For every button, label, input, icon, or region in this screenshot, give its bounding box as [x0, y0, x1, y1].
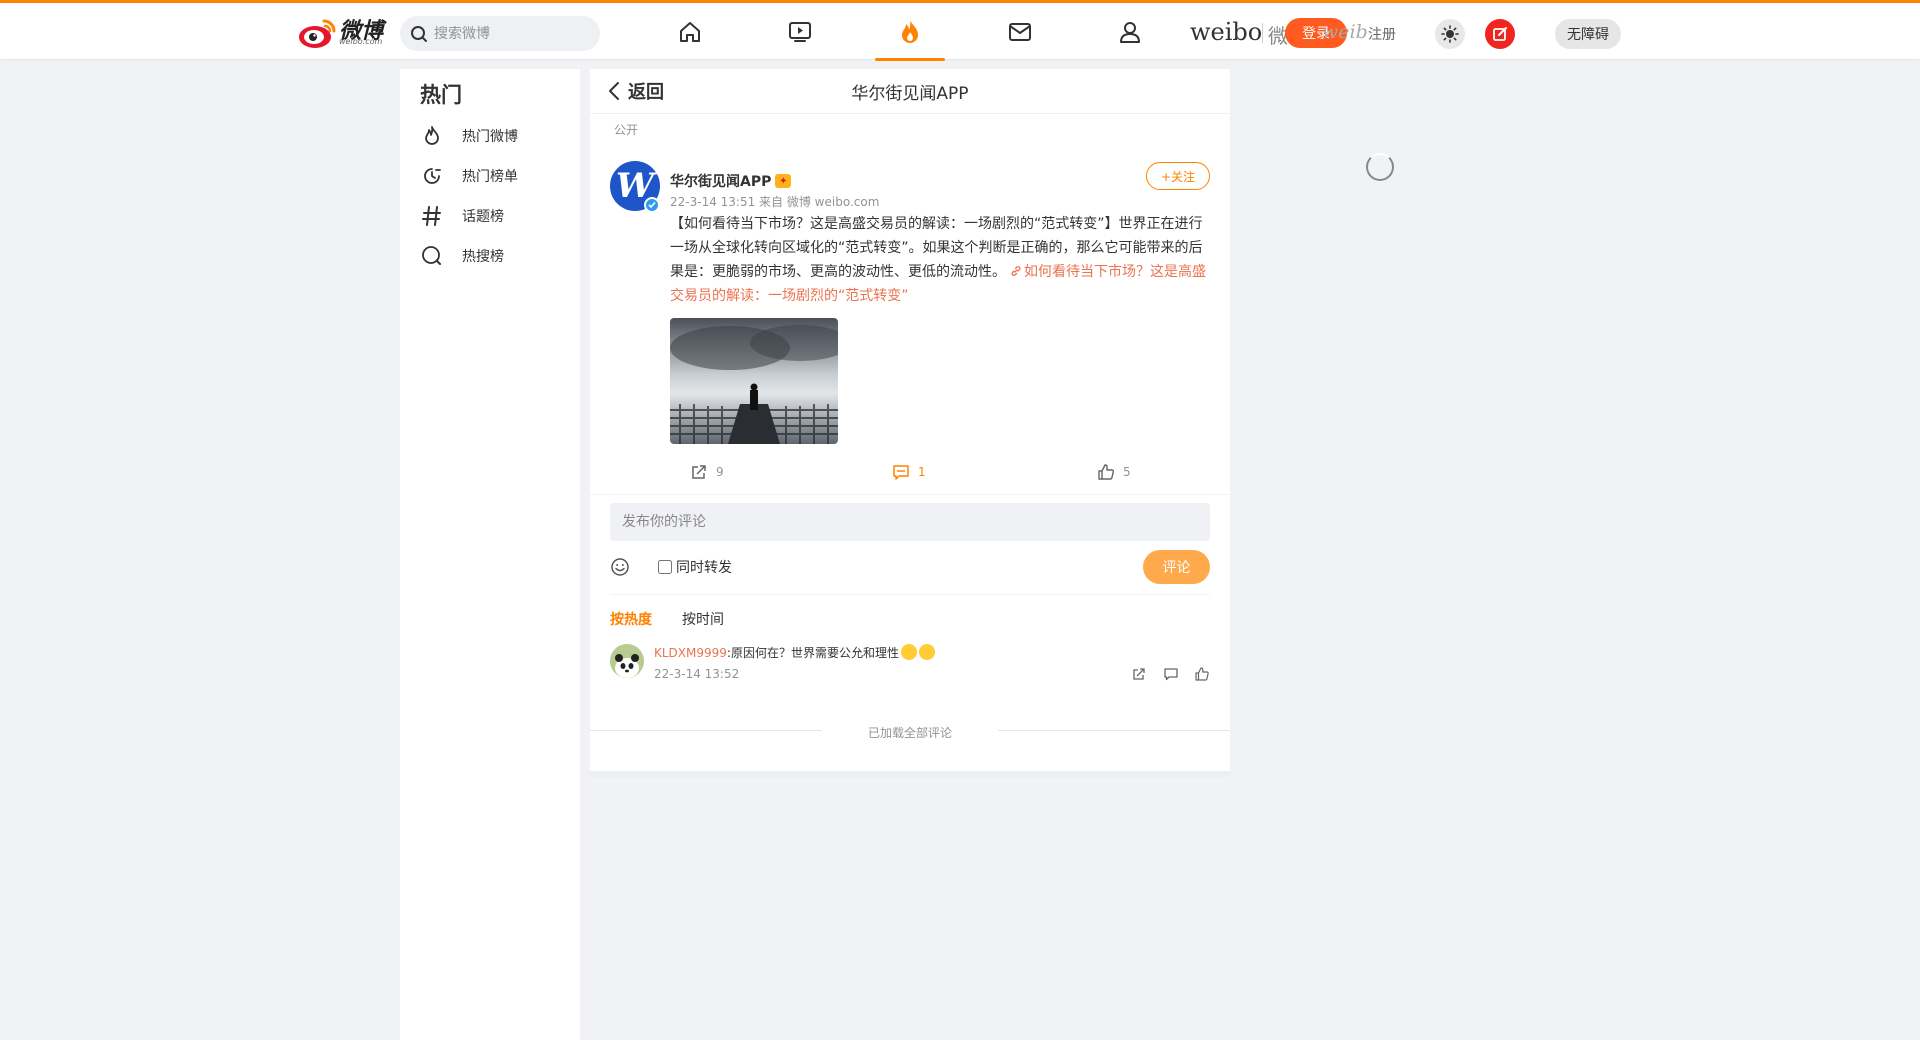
comment-icon: [893, 465, 909, 480]
visibility-label: 公开: [614, 123, 639, 137]
search-icon: [411, 25, 427, 42]
logo-text-en: weibo.com: [339, 37, 383, 46]
weibo-logo[interactable]: 微博 weibo.com: [298, 15, 388, 49]
author-name[interactable]: 华尔街见闻APP: [670, 171, 771, 191]
sidebar-item-label: 话题榜: [462, 209, 504, 225]
register-link[interactable]: 注册: [1368, 24, 1396, 44]
sidebar-item-topics[interactable]: 话题榜: [420, 202, 504, 230]
nav-active-indicator: [875, 58, 945, 61]
commenter-name[interactable]: KLDXM9999: [654, 646, 727, 660]
weibo-detail-card: 华尔街见闻APP 返回 公开 W 华尔街见闻APP ✦ 22-3-14 13:5…: [590, 69, 1230, 771]
submit-comment-button[interactable]: 评论: [1143, 550, 1210, 584]
sidebar-item-hot-search[interactable]: 热搜榜: [420, 242, 504, 270]
repost-count: 9: [716, 465, 724, 479]
card-bottom-edge: [590, 771, 1230, 777]
nav-hot[interactable]: [895, 17, 925, 47]
chevron-left-icon: [609, 82, 619, 100]
post-content: 【如何看待当下市场？这是高盛交易员的解读：一场剧烈的“范式转变”】世界正在进行一…: [670, 212, 1215, 308]
user-icon: [1120, 22, 1140, 43]
comment-input[interactable]: [610, 503, 1210, 541]
thumbs-up-icon: [1098, 464, 1114, 480]
nav-home[interactable]: [675, 17, 705, 47]
panda-avatar-image: [610, 644, 644, 678]
also-repost-option[interactable]: 同时转发: [658, 557, 732, 577]
brand-separator: [1262, 23, 1263, 43]
edit-icon: [1493, 27, 1507, 41]
theme-toggle-button[interactable]: [1435, 19, 1465, 49]
all-comments-loaded-note: 已加载全部评论: [867, 726, 952, 740]
commenter-avatar[interactable]: [610, 644, 644, 678]
accessibility-button[interactable]: 无障碍: [1555, 19, 1621, 49]
link-icon: [1011, 266, 1021, 276]
sidebar-item-label: 热搜榜: [462, 249, 504, 265]
post-meta: 22-3-14 13:51 来自 微博 weibo.com: [670, 195, 880, 209]
also-repost-checkbox[interactable]: [658, 560, 672, 574]
author-name-row: 华尔街见闻APP ✦: [670, 171, 792, 191]
video-icon: [789, 22, 811, 42]
emoji-icon[interactable]: [610, 557, 630, 577]
sort-by-hot-tab[interactable]: 按热度: [610, 609, 652, 629]
laughing-emoji-icon: [900, 644, 917, 660]
post-image[interactable]: [670, 318, 838, 444]
comment-action[interactable]: 1: [892, 463, 926, 481]
nav-profile[interactable]: [1115, 17, 1145, 47]
like-count: 5: [1123, 465, 1131, 479]
clock-rank-icon: [420, 164, 444, 188]
sidebar-item-hot-weibo[interactable]: 热门微博: [420, 122, 518, 150]
loading-spinner-icon: [1366, 153, 1394, 181]
nav-messages[interactable]: [1005, 17, 1035, 47]
fire-icon: [902, 20, 918, 43]
comment-reply-icon[interactable]: [1163, 666, 1179, 682]
divider: [610, 594, 1210, 595]
comment-count: 1: [918, 465, 926, 479]
page-title: 华尔街见闻APP: [851, 84, 969, 104]
hashtag-icon: [420, 204, 444, 228]
brand-wordmark: weibo: [1190, 18, 1263, 46]
comment-item: KLDXM9999:原因何在？世界需要公允和理性: [654, 644, 935, 661]
sun-icon: [1441, 25, 1459, 43]
back-button[interactable]: 返回: [608, 78, 664, 104]
comment-time: 22-3-14 13:52: [654, 667, 740, 681]
search-box[interactable]: [400, 16, 600, 51]
sort-by-time-tab[interactable]: 按时间: [682, 609, 724, 629]
post-action-bar: 9 1 5: [590, 453, 1230, 495]
repost-action[interactable]: 9: [690, 463, 724, 481]
sidebar-item-hot-rank[interactable]: 热门榜单: [420, 162, 518, 190]
follow-button[interactable]: +关注: [1146, 162, 1210, 190]
detail-header: 华尔街见闻APP 返回: [590, 69, 1230, 114]
post-photo: [670, 318, 838, 444]
compose-button[interactable]: [1485, 19, 1515, 49]
laughing-emoji-icon: [918, 644, 935, 660]
member-badge-icon: ✦: [775, 174, 792, 188]
comment-like-icon[interactable]: [1194, 666, 1210, 682]
home-icon: [680, 22, 700, 42]
flame-outline-icon: [420, 124, 444, 148]
top-navigation-bar: 微博 weibo.com 搜索微博 weibo 登录 weib 注册 无障碍: [0, 0, 1920, 61]
comment-text: :原因何在？世界需要公允和理性: [726, 646, 899, 660]
left-sidebar: 热门 热门微博 热门榜单 话题榜 热搜榜: [400, 69, 580, 1040]
search-circle-icon: [420, 244, 444, 268]
weibo-eye-icon: [299, 19, 336, 48]
brand-ghost-text: weib: [1322, 21, 1368, 43]
back-label: 返回: [628, 82, 664, 103]
search-input[interactable]: [434, 25, 584, 42]
verified-badge-icon: [644, 197, 660, 213]
sidebar-item-label: 热门微博: [462, 129, 518, 145]
sidebar-item-label: 热门榜单: [462, 169, 518, 185]
share-icon: [692, 465, 706, 479]
like-action[interactable]: 5: [1097, 463, 1131, 481]
sidebar-title: 热门: [420, 83, 462, 107]
also-repost-label: 同时转发: [676, 560, 732, 576]
nav-video[interactable]: [785, 17, 815, 47]
comment-share-icon[interactable]: [1131, 666, 1147, 682]
mail-icon: [1009, 23, 1031, 41]
